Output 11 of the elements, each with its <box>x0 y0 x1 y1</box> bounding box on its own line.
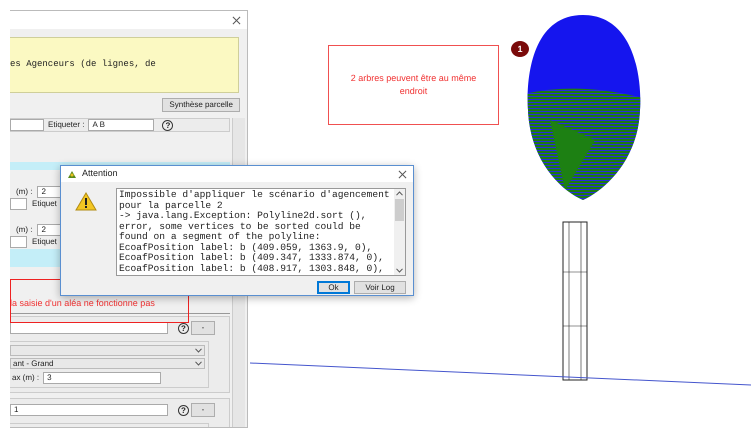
annotation-note: 2 arbres peuvent être au même endroit <box>328 45 499 125</box>
field-label: (m) : <box>15 224 34 236</box>
field-label: Etiqueter : <box>47 119 86 131</box>
field-label: Etiquet <box>31 236 58 248</box>
field-label: (m) : <box>15 186 34 198</box>
number-badge: 1 <box>511 41 529 57</box>
field-label: Etiquet <box>31 198 58 210</box>
info-text: es Agenceurs (de lignes, de <box>10 37 239 93</box>
field-label: ax (m) : <box>11 372 40 384</box>
dialog-title: Attention <box>82 167 119 180</box>
message-text: Impossible d'appliquer le scénario d'agencement pour la parcelle 2 -> java.lang.Exception: Polyline2d.sort (), error, some vertices to be sorted could be found on a segment of the polyline: EcoafPosition label: b (409.059, 1363.9, 0), EcoafPosition label: b (409.347, 1333.874, 0), EcoafPosition label: b (408.917, 1303.848, 0), <box>118 189 391 275</box>
